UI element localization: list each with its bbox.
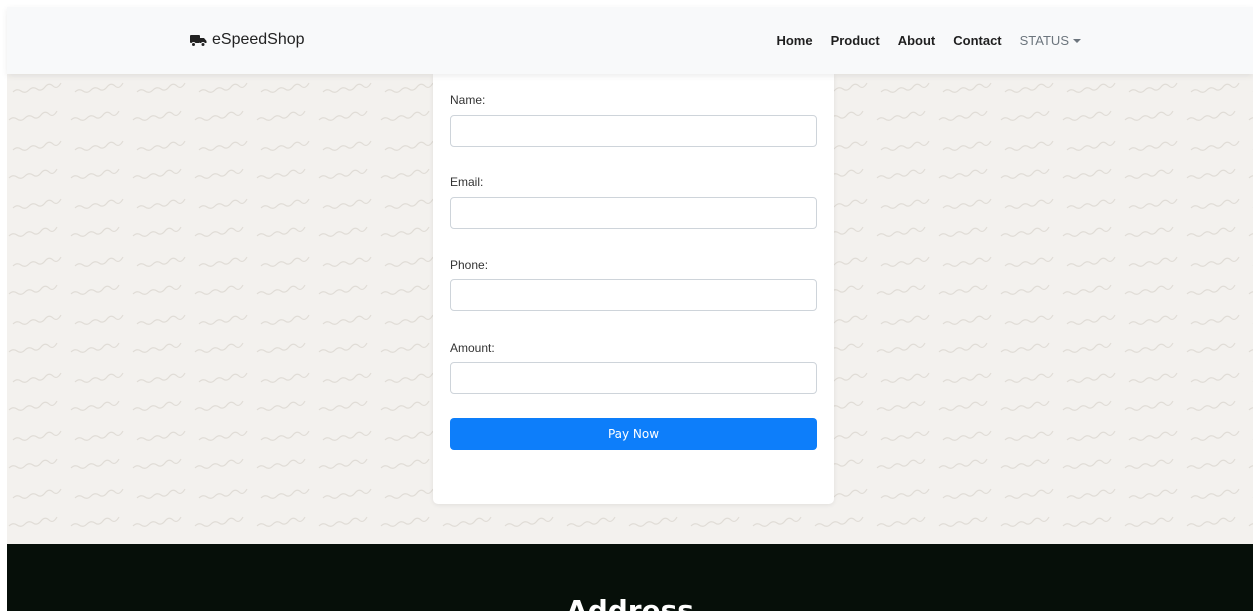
phone-label: Phone: <box>450 258 489 272</box>
caret-down-icon <box>1073 39 1081 43</box>
amount-label: Amount: <box>450 341 495 355</box>
truck-icon <box>190 34 207 47</box>
nav-product[interactable]: Product <box>831 33 880 48</box>
status-label: STATUS <box>1019 33 1069 48</box>
nav-contact[interactable]: Contact <box>953 33 1001 48</box>
name-input[interactable] <box>450 115 817 147</box>
page: eSpeedShop Home Product About Contact ST… <box>0 0 1253 611</box>
amount-input[interactable] <box>450 362 817 394</box>
nav-links: Home Product About Contact STATUS <box>776 33 1081 48</box>
footer: Address <box>7 544 1253 611</box>
phone-input[interactable] <box>450 279 817 311</box>
navbar: eSpeedShop Home Product About Contact ST… <box>7 7 1253 74</box>
nav-about[interactable]: About <box>898 33 936 48</box>
nav-status-dropdown[interactable]: STATUS <box>1020 33 1081 48</box>
footer-address-heading: Address <box>566 594 694 611</box>
payment-form-card: Name: Email: Phone: Amount: Pay Now <box>433 74 834 504</box>
name-label: Name: <box>450 93 486 107</box>
brand-link[interactable]: eSpeedShop <box>190 31 305 49</box>
pay-now-button[interactable]: Pay Now <box>450 418 817 450</box>
brand-name: eSpeedShop <box>212 31 305 48</box>
nav-home[interactable]: Home <box>776 33 812 48</box>
email-label: Email: <box>450 175 484 189</box>
email-input[interactable] <box>450 197 817 229</box>
